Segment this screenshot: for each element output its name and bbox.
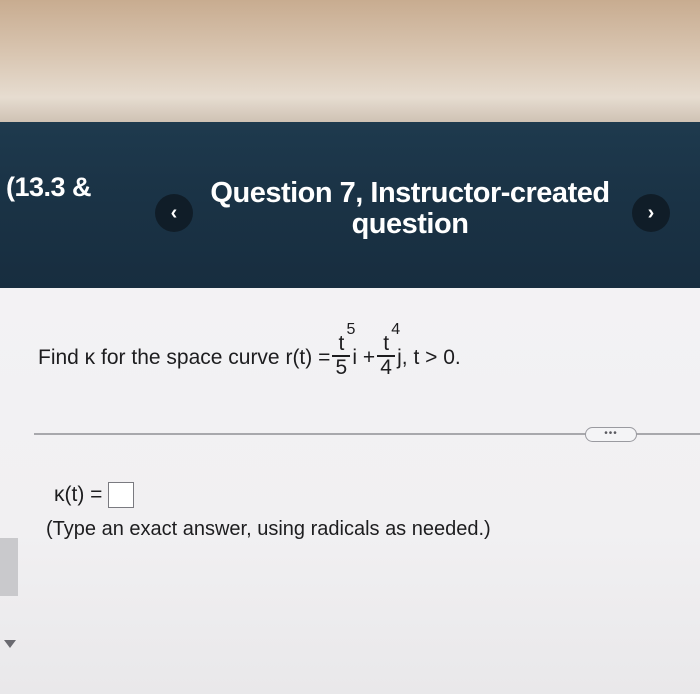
answer-input[interactable] xyxy=(108,482,135,508)
question-text: Find κ for the space curve r(t) = t5 5 i… xyxy=(38,321,461,380)
question-content: Find κ for the space curve r(t) = t5 5 i… xyxy=(0,288,700,694)
fraction-term2-denominator: 4 xyxy=(380,355,392,379)
fraction-term1: t5 5 xyxy=(332,321,356,379)
fraction-term1-denominator: 5 xyxy=(335,355,348,379)
next-question-button[interactable]: › xyxy=(632,194,670,232)
more-options-button[interactable]: ••• xyxy=(585,427,637,442)
term2-unit-vector: j, t > 0. xyxy=(397,345,461,369)
question-title-line1: Question 7, Instructor-created xyxy=(210,177,610,209)
scroll-down-arrow-icon[interactable] xyxy=(4,640,16,648)
fraction-term1-numerator: t5 xyxy=(338,321,356,355)
scrollbar-thumb[interactable] xyxy=(0,538,18,596)
breadcrumb: (13.3 & xyxy=(6,172,92,202)
term1-unit-vector: i + xyxy=(352,345,376,369)
question-prefix: Find κ for the space curve r(t) = xyxy=(38,345,331,369)
question-title: Question 7, Instructor-created question xyxy=(200,178,620,240)
fraction-term2-exponent: 4 xyxy=(391,321,401,338)
fraction-term1-exponent: 5 xyxy=(346,321,356,338)
question-title-line2: question xyxy=(351,208,469,240)
previous-question-button[interactable]: ‹ xyxy=(155,194,193,232)
chevron-right-icon: › xyxy=(647,201,655,224)
question-header: (13.3 & ‹ Question 7, Instructor-created… xyxy=(0,122,700,288)
fraction-term2-numerator: t4 xyxy=(383,321,401,355)
answer-label: κ(t) = xyxy=(54,483,103,506)
monitor-bezel xyxy=(0,0,700,122)
chevron-left-icon: ‹ xyxy=(170,201,178,224)
answer-hint: (Type an exact answer, using radicals as… xyxy=(46,518,491,540)
fraction-term2: t4 4 xyxy=(377,321,401,379)
answer-row: κ(t) = xyxy=(54,482,135,508)
